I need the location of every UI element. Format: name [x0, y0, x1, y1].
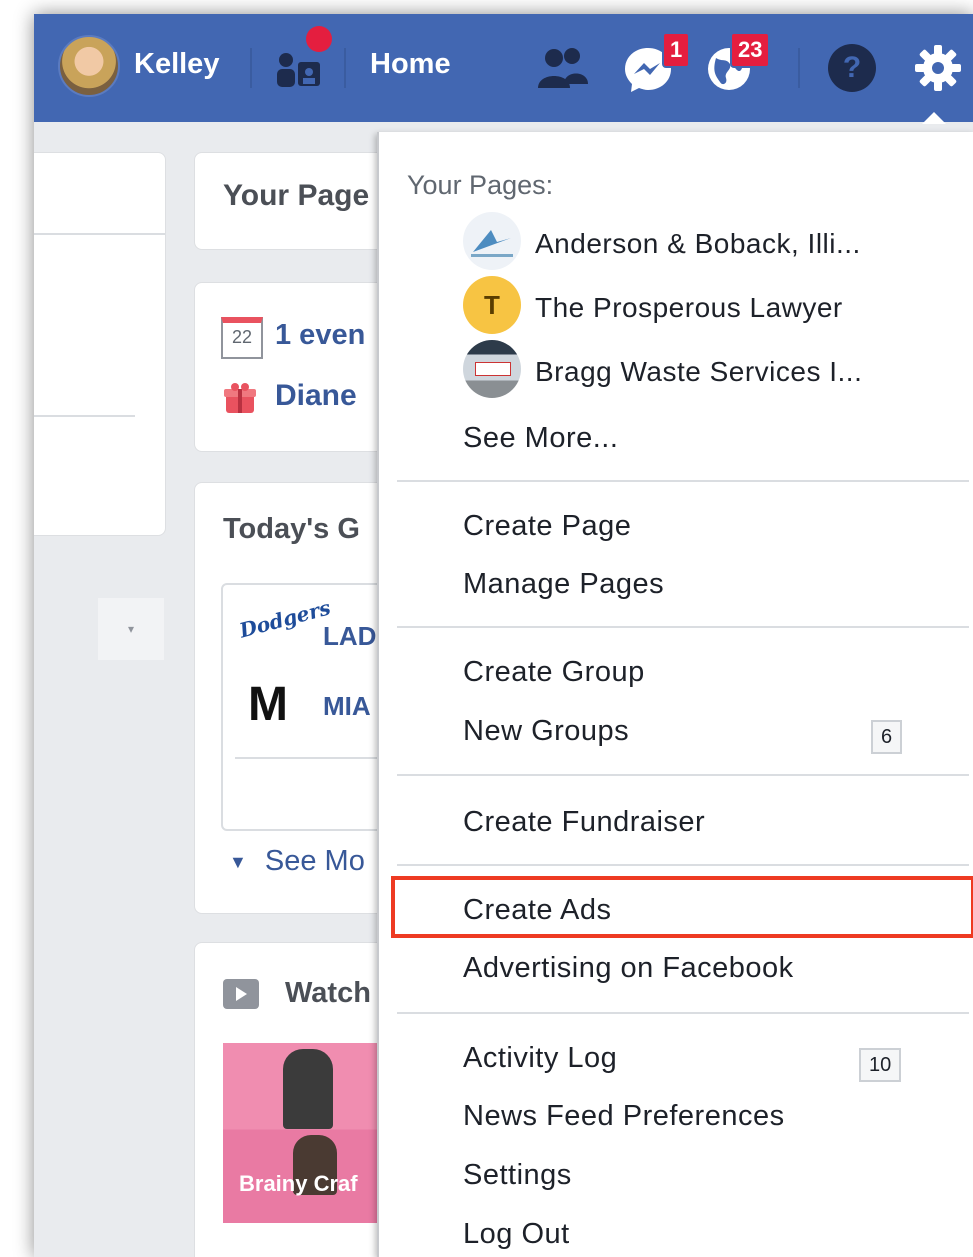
watch-icon [223, 979, 259, 1009]
home-link[interactable]: Home [370, 48, 451, 81]
create-fundraiser-item[interactable]: Create Fundraiser [463, 806, 705, 839]
activity-log-item[interactable]: Activity Log [463, 1042, 617, 1075]
page-initial-avatar: T [463, 276, 521, 334]
app-window: Kelley Home 1 23 ? ▾ Your Page 22 1 even… [34, 14, 973, 1257]
left-panel [34, 152, 166, 536]
page-item[interactable]: Anderson & Boback, Illi... [379, 208, 973, 272]
page-name: Anderson & Boback, Illi... [535, 228, 861, 259]
your-pages-title: Your Page [223, 179, 370, 212]
page-name: Bragg Waste Services I... [535, 356, 863, 387]
advertising-on-facebook-item[interactable]: Advertising on Facebook [463, 952, 794, 985]
create-ads-item[interactable]: Create Ads [463, 894, 611, 927]
profile-name-link[interactable]: Kelley [134, 48, 219, 81]
anderson-page-logo-icon [463, 212, 521, 270]
avatar[interactable] [58, 35, 120, 97]
watch-title: Watch [285, 977, 371, 1009]
news-feed-preferences-item[interactable]: News Feed Preferences [463, 1100, 785, 1133]
new-groups-count: 6 [871, 720, 903, 754]
team-link[interactable]: MIA [323, 691, 371, 722]
todays-games-title: Today's G [223, 513, 360, 545]
log-out-item[interactable]: Log Out [463, 1218, 570, 1251]
divider [798, 48, 800, 88]
top-navigation-bar: Kelley Home 1 23 ? [34, 14, 973, 122]
team-link[interactable]: LAD [323, 621, 376, 652]
marlins-logo-icon: M [248, 678, 288, 731]
see-more-pages-link[interactable]: See More... [463, 422, 618, 455]
friend-requests-dot [306, 26, 332, 52]
page-item[interactable]: T The Prosperous Lawyer [379, 272, 973, 336]
see-more-games-link[interactable]: ▼ See Mo [229, 845, 365, 878]
menu-pointer [922, 112, 946, 124]
divider [250, 48, 252, 88]
settings-item[interactable]: Settings [463, 1159, 572, 1192]
friends-icon[interactable] [534, 44, 590, 92]
divider [397, 1012, 969, 1014]
messages-badge: 1 [662, 32, 691, 68]
caret-down-icon: ▼ [229, 851, 247, 872]
birthday-link[interactable]: Diane [275, 379, 357, 413]
divider [34, 415, 135, 417]
create-group-item[interactable]: Create Group [463, 656, 645, 689]
calendar-icon: 22 [221, 317, 263, 359]
notifications-badge: 23 [730, 32, 771, 68]
manage-pages-item[interactable]: Manage Pages [463, 568, 664, 601]
gift-icon [223, 381, 257, 415]
help-icon[interactable]: ? [828, 44, 876, 92]
dropdown-arrow-button[interactable]: ▾ [98, 598, 164, 660]
divider [34, 233, 165, 235]
person-figure [283, 1049, 333, 1129]
divider [397, 864, 969, 866]
your-pages-header: Your Pages: [407, 170, 554, 200]
page-name: The Prosperous Lawyer [535, 292, 843, 323]
bragg-page-logo-icon [463, 340, 521, 398]
events-link[interactable]: 1 even [275, 319, 365, 352]
divider [397, 480, 969, 482]
page-item[interactable]: Bragg Waste Services I... [379, 336, 973, 400]
dodgers-logo-icon: Dodgers [236, 595, 334, 643]
activity-log-count: 10 [859, 1048, 902, 1082]
divider [397, 774, 969, 776]
settings-dropdown-menu: Your Pages: Anderson & Boback, Illi... T… [377, 132, 973, 1257]
settings-gear-icon[interactable] [912, 42, 964, 94]
divider [344, 48, 346, 88]
create-page-item[interactable]: Create Page [463, 510, 631, 543]
divider [397, 626, 969, 628]
new-groups-item[interactable]: New Groups [463, 715, 629, 748]
video-caption: Brainy Craf [239, 1171, 358, 1196]
